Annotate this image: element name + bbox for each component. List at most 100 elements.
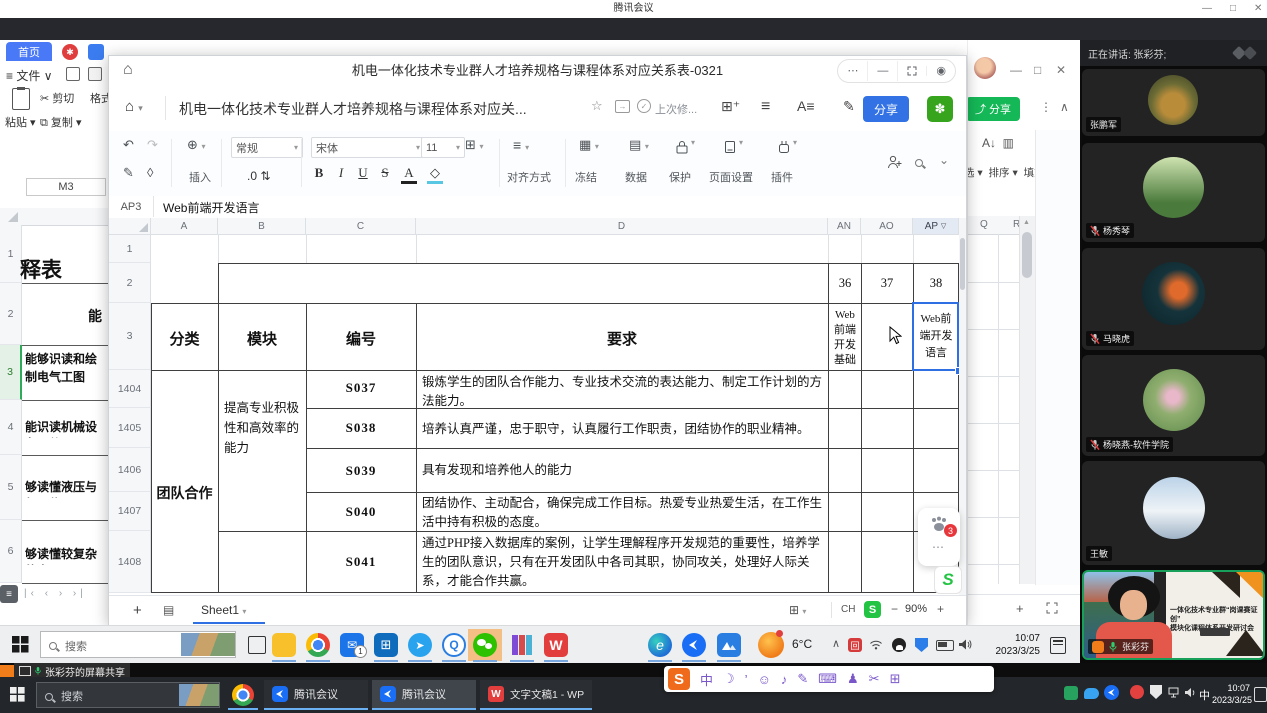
cell-code[interactable]: S041 <box>306 554 416 570</box>
search-icon[interactable] <box>915 159 924 168</box>
wps-float-logo[interactable]: S <box>934 566 962 594</box>
document-tab[interactable]: 机电一体化技术专业群人才培养规格与课程体系对应关... <box>179 99 571 119</box>
bold-button[interactable]: B <box>311 165 327 181</box>
cell-a-merge[interactable]: 团队合作 <box>151 483 218 503</box>
sheet-list-icon[interactable]: ▤ <box>163 603 174 617</box>
back-cell[interactable]: 能识读机械设备零件 <box>25 418 107 438</box>
freeze-icon[interactable]: ▦ ▾ <box>579 137 599 153</box>
sogou-input-bar[interactable]: S 中 ☽ ’ ☺ ♪ ✎ ⌨ ♟ ✂ ⊞ <box>664 666 994 692</box>
selected-cell-outline[interactable] <box>912 302 959 371</box>
star-icon[interactable]: ☆ <box>591 98 603 114</box>
insert-label[interactable]: 插入 <box>189 169 211 185</box>
cell-an2[interactable]: 36 <box>829 270 861 296</box>
back-row-header[interactable]: 4 <box>0 400 22 455</box>
clock[interactable]: 10:07 2023/3/25 <box>1212 682 1250 706</box>
row-header[interactable]: 1407 <box>109 492 151 531</box>
select-all-corner[interactable] <box>8 212 18 222</box>
assign-task-icon[interactable] <box>887 155 903 169</box>
output-icon[interactable] <box>88 67 102 81</box>
weather-temp[interactable]: 6°C <box>792 637 812 651</box>
security-shield-icon[interactable] <box>915 638 928 652</box>
back-row-header[interactable]: 3 <box>0 345 22 400</box>
row-header[interactable]: 3 <box>109 303 151 370</box>
cell-req[interactable]: 团结协作、主动配合，确保完成工作目标。热爱专业热爱生活，在工作生活中持有积极的态… <box>422 494 822 531</box>
back-name-box[interactable]: M3 <box>26 178 106 196</box>
punctuation-icon[interactable]: ’ <box>745 672 748 687</box>
italic-button[interactable]: I <box>333 165 349 181</box>
tray-meeting-icon[interactable] <box>1104 685 1119 700</box>
back-cell-title[interactable]: 释表 <box>20 254 106 284</box>
column-header-ap[interactable]: AP ▽ <box>913 218 959 235</box>
move-doc-icon[interactable]: → <box>615 100 630 113</box>
qq-icon[interactable] <box>892 638 906 652</box>
eraser-icon[interactable]: ◊ <box>147 165 153 180</box>
column-header-c[interactable]: C <box>306 218 416 235</box>
sogou-logo[interactable]: S <box>668 668 690 690</box>
back-cell[interactable]: 够读懂液压与气压传 <box>25 478 107 498</box>
weather-icon[interactable] <box>758 632 784 658</box>
insert-icon[interactable]: ⊕ ▾ <box>187 137 206 153</box>
font-size-select[interactable]: 11▾ <box>421 137 465 158</box>
speaker-icon[interactable] <box>958 638 973 651</box>
minimize-icon[interactable]: — <box>1202 0 1212 18</box>
cell-c3[interactable]: 编号 <box>306 328 416 349</box>
minimize-icon[interactable]: — <box>1010 61 1022 79</box>
chrome-icon[interactable] <box>232 684 254 706</box>
grid-scrollbar-thumb[interactable] <box>960 238 965 290</box>
search-daily-image[interactable] <box>181 633 235 656</box>
last-modified-label[interactable]: 上次修... <box>655 101 697 117</box>
account-avatar[interactable] <box>974 57 996 79</box>
flower-plugin-icon[interactable]: ✽ <box>927 96 953 122</box>
start-button[interactable] <box>10 687 25 702</box>
participant-tile[interactable]: 张鹏军 <box>1082 69 1265 136</box>
protect-label[interactable]: 保护 <box>669 169 691 185</box>
row-header[interactable]: 1408 <box>109 531 151 593</box>
column-header-an[interactable]: AN <box>828 218 861 235</box>
redo-icon[interactable]: ↷ <box>147 137 158 153</box>
align-label[interactable]: 对齐方式 <box>507 169 551 185</box>
notification-center-icon[interactable] <box>1050 637 1066 654</box>
tray-app-icon[interactable]: 回 <box>848 638 862 652</box>
zoom-out-button[interactable]: − <box>891 602 898 616</box>
cell-req[interactable]: 锻炼学生的团队合作能力、专业技术交流的表达能力、制定工作计划的方法能力。 <box>422 373 822 409</box>
taskbar-button-meeting[interactable]: 腾讯会议 <box>264 680 368 710</box>
zoom-in-icon[interactable]: + <box>1016 601 1024 616</box>
tray-expand-icon[interactable]: ∧ <box>832 637 840 650</box>
wechat-icon[interactable] <box>473 633 497 657</box>
data-label[interactable]: 数据 <box>625 169 647 185</box>
protect-icon[interactable] <box>675 140 689 154</box>
search-box[interactable]: 搜索 <box>36 682 220 708</box>
assistant-float-widget[interactable]: 3 ⋯ <box>918 508 960 566</box>
cell-req[interactable]: 培养认真严谨，忠于职守，认真履行工作职责，团结协作的职业精神。 <box>422 420 822 440</box>
thunder-icon[interactable]: ➤ <box>408 633 432 657</box>
cell-b3[interactable]: 模块 <box>218 328 306 349</box>
column-header-a[interactable]: A <box>151 218 218 235</box>
chrome-icon[interactable] <box>306 633 330 657</box>
taskbar-button-meeting-active[interactable]: 腾讯会议 <box>372 680 476 710</box>
tray-red-icon[interactable] <box>1130 685 1144 699</box>
align-icon[interactable]: ≡ ▾ <box>513 137 529 153</box>
filter-icon[interactable]: ▽ <box>941 222 946 230</box>
underline-button[interactable]: U <box>355 165 371 181</box>
toolbox-icon[interactable]: ⊞ <box>890 671 901 687</box>
doc-tab-icon[interactable] <box>88 44 104 60</box>
file-explorer-icon[interactable] <box>272 633 296 657</box>
cell-ao2[interactable]: 37 <box>862 270 912 296</box>
more-dots-icon[interactable]: ⋯ <box>932 540 944 554</box>
battery-icon[interactable] <box>936 640 954 651</box>
new-task-icon[interactable]: ⊞⁺ <box>721 98 740 115</box>
tray-network-icon[interactable] <box>1168 687 1182 698</box>
format-painter-button[interactable]: 格式 <box>90 90 108 106</box>
taskbar-button-wps[interactable]: W 文字文稿1 - WPS ... <box>480 680 592 710</box>
column-header-b[interactable]: B <box>218 218 306 235</box>
cell-code[interactable]: S038 <box>306 420 416 436</box>
cell-code[interactable]: S040 <box>306 504 416 520</box>
start-button[interactable] <box>12 636 29 653</box>
cell-an3[interactable]: Web前端开发基础 <box>830 308 860 366</box>
tray-shield-icon[interactable] <box>1150 685 1162 699</box>
cell-code[interactable]: S037 <box>306 380 416 396</box>
account-icon[interactable]: ♟ <box>847 671 859 687</box>
view-mode-icon[interactable]: ⊞ ▾ <box>789 603 806 617</box>
participant-tile[interactable]: 马晓虎 <box>1082 248 1265 350</box>
column-header-d[interactable]: D <box>416 218 828 235</box>
